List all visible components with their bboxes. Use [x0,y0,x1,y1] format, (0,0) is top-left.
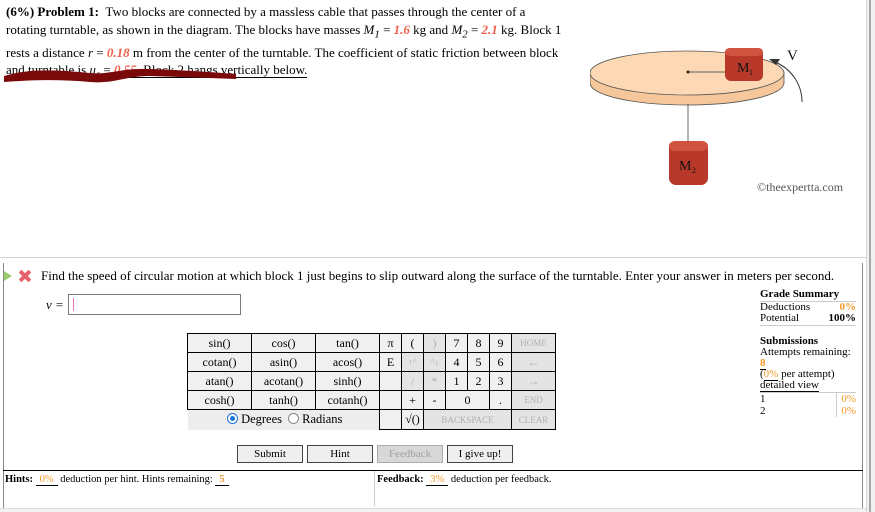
e-button[interactable]: E [379,352,402,372]
potential-label: Potential [760,312,800,324]
incorrect-x-icon [19,270,31,282]
submit-button[interactable]: Submit [237,445,303,463]
block-1: M 1 [725,48,763,81]
exponent-down-button[interactable]: ^↓ [423,352,446,372]
end-button[interactable]: END [511,390,556,410]
calculator: sin() cos() tan() π ( ) 7 8 9 HOME cotan… [187,333,556,430]
submission-row: 2 0% [760,405,856,417]
right-arrow-button[interactable]: → [511,371,556,391]
key-6[interactable]: 6 [489,352,512,372]
hints-label: Hints: [5,474,34,485]
cosh-button[interactable]: cosh() [187,390,252,410]
detailed-view-link[interactable]: detailed view [760,379,819,392]
sin-button[interactable]: sin() [187,333,252,353]
multiply-button[interactable]: * [423,371,446,391]
question-header: Find the speed of circular motion at whi… [4,268,834,284]
feedback-button[interactable]: Feedback [377,445,443,463]
block-2: M 2 [669,141,708,185]
cos-button[interactable]: cos() [251,333,316,353]
feedback-deduction: 3% [426,474,449,486]
key-3[interactable]: 3 [489,371,512,391]
problem-weight: (6%) [6,4,35,19]
backspace-button[interactable]: BACKSPACE [423,409,512,430]
cotan-button[interactable]: cotan() [187,352,252,372]
m1-value: 1.6 [393,21,410,37]
potential-row: Potential 100% [760,313,856,326]
m1-symbol: M1 [363,21,380,41]
angle-mode: Degrees Radians [187,409,380,430]
sinh-button[interactable]: sinh() [315,371,380,391]
left-paren-button[interactable]: ( [401,333,424,353]
tanh-button[interactable]: tanh() [251,390,316,410]
cotanh-button[interactable]: cotanh() [315,390,380,410]
degrees-label: Degrees [241,412,283,427]
turntable-diagram: M 1 M 2 V [590,48,803,185]
copyright-text: ©theexpertta.com [757,180,844,194]
key-4[interactable]: 4 [445,352,468,372]
key-9[interactable]: 9 [489,333,512,353]
key-5[interactable]: 5 [467,352,490,372]
submissions-table: 1 0% 2 0% [760,393,856,417]
action-buttons: Submit Hint Feedback I give up! [237,445,513,463]
key-8[interactable]: 8 [467,333,490,353]
hints-info: Hints: 0% deduction per hint. Hints rema… [3,471,375,506]
question-prompt: Find the speed of circular motion at whi… [41,268,835,283]
bottom-strip [0,508,866,512]
hints-deduction: 0% [35,474,58,486]
acotan-button[interactable]: acotan() [251,371,316,391]
attempts-remaining: Attempts remaining: 8 [760,346,851,370]
left-arrow-button[interactable]: ← [511,352,556,372]
svg-text:1: 1 [749,68,753,77]
key-7[interactable]: 7 [445,333,468,353]
empty-key [379,409,402,430]
text-caret [72,298,74,311]
svg-text:M: M [679,159,692,174]
divide-button[interactable]: / [401,371,424,391]
pi-button[interactable]: π [379,333,402,353]
radians-radio[interactable] [288,413,300,425]
acos-button[interactable]: acos() [315,352,380,372]
key-1[interactable]: 1 [445,371,468,391]
hint-button[interactable]: Hint [307,445,373,463]
right-paren-button[interactable]: ) [423,333,446,353]
minus-button[interactable]: - [423,390,446,410]
plus-button[interactable]: + [401,390,424,410]
answer-row: v = [46,294,241,315]
grade-summary: Grade Summary Deductions 0% Potential 10… [760,289,856,326]
m2-symbol: M2 [451,21,468,41]
answer-input[interactable] [67,294,241,315]
answer-label: v = [46,296,64,312]
velocity-label: V [787,48,798,64]
problem-label: Problem 1: [37,4,99,19]
asin-button[interactable]: asin() [251,352,316,372]
feedback-info: Feedback: 3% deduction per feedback. [377,474,552,486]
submissions: Submissions Attempts remaining: 8 (0% pe… [760,336,856,417]
atan-button[interactable]: atan() [187,371,252,391]
hints-remaining: 5 [215,474,229,486]
potential-value: 100% [828,312,857,324]
expand-arrow-icon[interactable] [4,271,12,281]
give-up-button[interactable]: I give up! [447,445,513,463]
radians-label: Radians [302,412,343,427]
exponent-up-button[interactable]: ↑^ [401,352,424,372]
empty-key [379,390,402,410]
clear-button[interactable]: CLEAR [511,409,556,430]
red-scribble-annotation [4,68,236,83]
sqrt-button[interactable]: √() [401,409,424,430]
submission-row: 1 0% [760,393,856,405]
degrees-radio[interactable] [227,413,239,425]
home-button[interactable]: HOME [511,333,556,353]
svg-text:2: 2 [692,166,696,175]
divider [0,257,866,258]
r-value: 0.18 [106,44,130,60]
decimal-button[interactable]: . [489,390,512,410]
footer: Hints: 0% deduction per hint. Hints rema… [3,470,863,506]
tan-button[interactable]: tan() [315,333,380,353]
key-0[interactable]: 0 [445,390,490,410]
feedback-label: Feedback: [377,474,424,485]
key-2[interactable]: 2 [467,371,490,391]
empty-key [379,371,402,391]
m2-value: 2.1 [481,21,498,37]
